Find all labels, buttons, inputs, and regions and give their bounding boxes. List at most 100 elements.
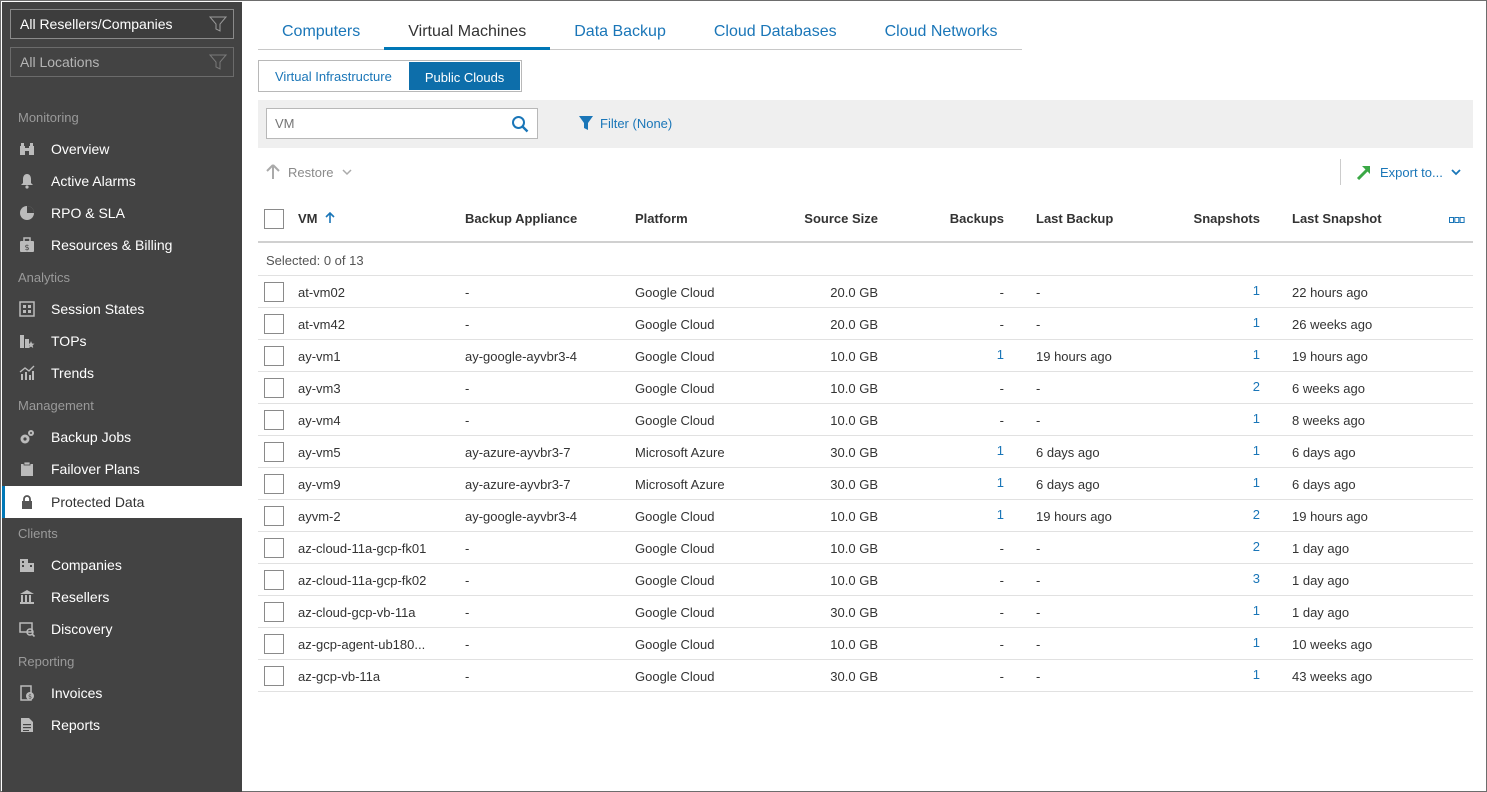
sidebar-item-overview[interactable]: Overview: [5, 134, 242, 164]
cell-platform: Google Cloud: [635, 637, 715, 652]
filter-button[interactable]: Filter (None): [578, 115, 672, 131]
sidebar-item-resources-billing[interactable]: $ Resources & Billing: [5, 230, 242, 260]
cell-backups: -: [999, 381, 1004, 396]
svg-text:$: $: [24, 243, 29, 252]
sidebar-item-companies[interactable]: Companies: [5, 550, 242, 580]
select-all-checkbox[interactable]: [264, 209, 284, 229]
table-row[interactable]: az-cloud-gcp-vb-11a - Google Cloud 30.0 GB -…: [258, 596, 1473, 628]
cell-backup-appliance: -: [465, 317, 470, 332]
cell-backups[interactable]: 1: [918, 347, 1004, 362]
cell-vm: ay-vm1: [298, 349, 341, 364]
cell-last-snapshot: 1 day ago: [1292, 605, 1350, 620]
row-checkbox[interactable]: [264, 506, 284, 526]
cell-snapshots[interactable]: 1: [1158, 283, 1260, 298]
table-row[interactable]: at-vm02 - Google Cloud 20.0 GB - - 1 22 hours a…: [258, 276, 1473, 308]
table-row[interactable]: at-vm42 - Google Cloud 20.0 GB - - 1 26 weeks a…: [258, 308, 1473, 340]
cell-platform: Google Cloud: [635, 573, 715, 588]
tab-cloud-networks[interactable]: Cloud Networks: [861, 19, 1022, 50]
search-icon[interactable]: [511, 115, 529, 133]
row-checkbox[interactable]: [264, 346, 284, 366]
column-chooser-icon[interactable]: [1449, 217, 1465, 223]
row-checkbox[interactable]: [264, 634, 284, 654]
table-row[interactable]: az-gcp-agent-ub180... - Google Cloud 10.0 G…: [258, 628, 1473, 660]
column-header-backup-appliance[interactable]: Backup Appliance: [465, 211, 577, 226]
column-header-backups[interactable]: Backups: [918, 211, 1004, 226]
sidebar-item-resellers[interactable]: Resellers: [5, 582, 242, 612]
cell-platform: Google Cloud: [635, 317, 715, 332]
tab-virtual-machines[interactable]: Virtual Machines: [384, 19, 551, 50]
cell-snapshots[interactable]: 2: [1158, 539, 1260, 554]
cell-snapshots[interactable]: 1: [1158, 443, 1260, 458]
row-checkbox[interactable]: [264, 378, 284, 398]
sidebar-item-rpo-sla[interactable]: RPO & SLA: [5, 198, 242, 228]
column-header-source-size[interactable]: Source Size: [778, 211, 878, 226]
row-checkbox[interactable]: [264, 282, 284, 302]
search-toolbar: Filter (None): [258, 100, 1473, 148]
subtab-virtual-infrastructure[interactable]: Virtual Infrastructure: [259, 61, 408, 91]
row-checkbox[interactable]: [264, 602, 284, 622]
cell-source-size: 20.0 GB: [830, 317, 878, 332]
cell-snapshots[interactable]: 1: [1158, 475, 1260, 490]
cell-snapshots[interactable]: 2: [1158, 507, 1260, 522]
toolbar-divider: [1340, 159, 1341, 185]
row-checkbox[interactable]: [264, 442, 284, 462]
table-row[interactable]: ay-vm3 - Google Cloud 10.0 GB - - 2 6 weeks ago: [258, 372, 1473, 404]
cell-snapshots[interactable]: 1: [1158, 667, 1260, 682]
cell-backups[interactable]: 1: [918, 507, 1004, 522]
row-checkbox[interactable]: [264, 570, 284, 590]
sidebar-item-session-states[interactable]: Session States: [5, 294, 242, 324]
location-scope-filter[interactable]: All Locations: [10, 47, 234, 77]
cell-snapshots[interactable]: 1: [1158, 411, 1260, 426]
cell-snapshots[interactable]: 2: [1158, 379, 1260, 394]
cell-backups[interactable]: 1: [918, 475, 1004, 490]
sidebar-item-protected-data[interactable]: Protected Data: [5, 486, 252, 518]
row-checkbox[interactable]: [264, 474, 284, 494]
table-row[interactable]: az-cloud-11a-gcp-fk01 - Google Cloud 10.0 G…: [258, 532, 1473, 564]
tab-data-backup[interactable]: Data Backup: [550, 19, 690, 50]
table-row[interactable]: az-cloud-11a-gcp-fk02 - Google Cloud 10.0 G…: [258, 564, 1473, 596]
sidebar-item-failover-plans[interactable]: Failover Plans: [5, 454, 242, 484]
cell-source-size: 30.0 GB: [830, 605, 878, 620]
table-row[interactable]: ayvm-2 ay-google-ayvbr3-4 Google Cloud 10.0…: [258, 500, 1473, 532]
cell-snapshots[interactable]: 1: [1158, 347, 1260, 362]
sidebar-item-trends[interactable]: Trends: [5, 358, 242, 388]
column-header-vm[interactable]: VM: [298, 211, 335, 226]
sidebar-item-backup-jobs[interactable]: Backup Jobs: [5, 422, 242, 452]
cell-snapshots[interactable]: 3: [1158, 571, 1260, 586]
company-scope-filter[interactable]: All Resellers/Companies: [10, 9, 234, 39]
column-header-snapshots[interactable]: Snapshots: [1158, 211, 1260, 226]
tab-computers[interactable]: Computers: [258, 19, 384, 50]
cell-snapshots[interactable]: 1: [1158, 603, 1260, 618]
table-row[interactable]: ay-vm5 ay-azure-ayvbr3-7 Microsoft Azure 30…: [258, 436, 1473, 468]
row-checkbox[interactable]: [264, 538, 284, 558]
sidebar-item-tops[interactable]: TOPs: [5, 326, 242, 356]
cell-last-backup: -: [1036, 669, 1041, 684]
cell-snapshots[interactable]: 1: [1158, 315, 1260, 330]
cell-backups[interactable]: 1: [918, 443, 1004, 458]
column-header-last-snapshot[interactable]: Last Snapshot: [1292, 211, 1382, 226]
subtab-public-clouds[interactable]: Public Clouds: [407, 61, 522, 91]
row-checkbox[interactable]: [264, 410, 284, 430]
table-row[interactable]: ay-vm1 ay-google-ayvbr3-4 Google Cloud 10.0…: [258, 340, 1473, 372]
search-input[interactable]: [267, 109, 497, 138]
cell-last-snapshot: 26 weeks ago: [1292, 317, 1373, 332]
column-header-last-backup[interactable]: Last Backup: [1036, 211, 1113, 226]
cell-platform: Google Cloud: [635, 349, 715, 364]
table-row[interactable]: ay-vm9 ay-azure-ayvbr3-7 Microsoft Azure 30…: [258, 468, 1473, 500]
sidebar-item-active-alarms[interactable]: Active Alarms: [5, 166, 242, 196]
restore-button[interactable]: Restore: [266, 164, 352, 180]
column-header-platform[interactable]: Platform: [635, 211, 688, 226]
cell-platform: Google Cloud: [635, 381, 715, 396]
cell-snapshots[interactable]: 1: [1158, 635, 1260, 650]
arrow-up-icon: [266, 164, 280, 179]
sidebar-item-invoices[interactable]: $ Invoices: [5, 678, 242, 708]
export-button[interactable]: Export to...: [1356, 164, 1461, 180]
row-checkbox[interactable]: [264, 314, 284, 334]
sidebar-item-label: Reports: [51, 717, 101, 733]
row-checkbox[interactable]: [264, 666, 284, 686]
sidebar-item-reports[interactable]: Reports: [5, 710, 242, 740]
table-row[interactable]: ay-vm4 - Google Cloud 10.0 GB - - 1 8 weeks ago: [258, 404, 1473, 436]
table-row[interactable]: az-gcp-vb-11a - Google Cloud 30.0 GB - - 1 43 w…: [258, 660, 1473, 692]
tab-cloud-databases[interactable]: Cloud Databases: [690, 19, 861, 50]
sidebar-item-discovery[interactable]: Discovery: [5, 614, 242, 644]
